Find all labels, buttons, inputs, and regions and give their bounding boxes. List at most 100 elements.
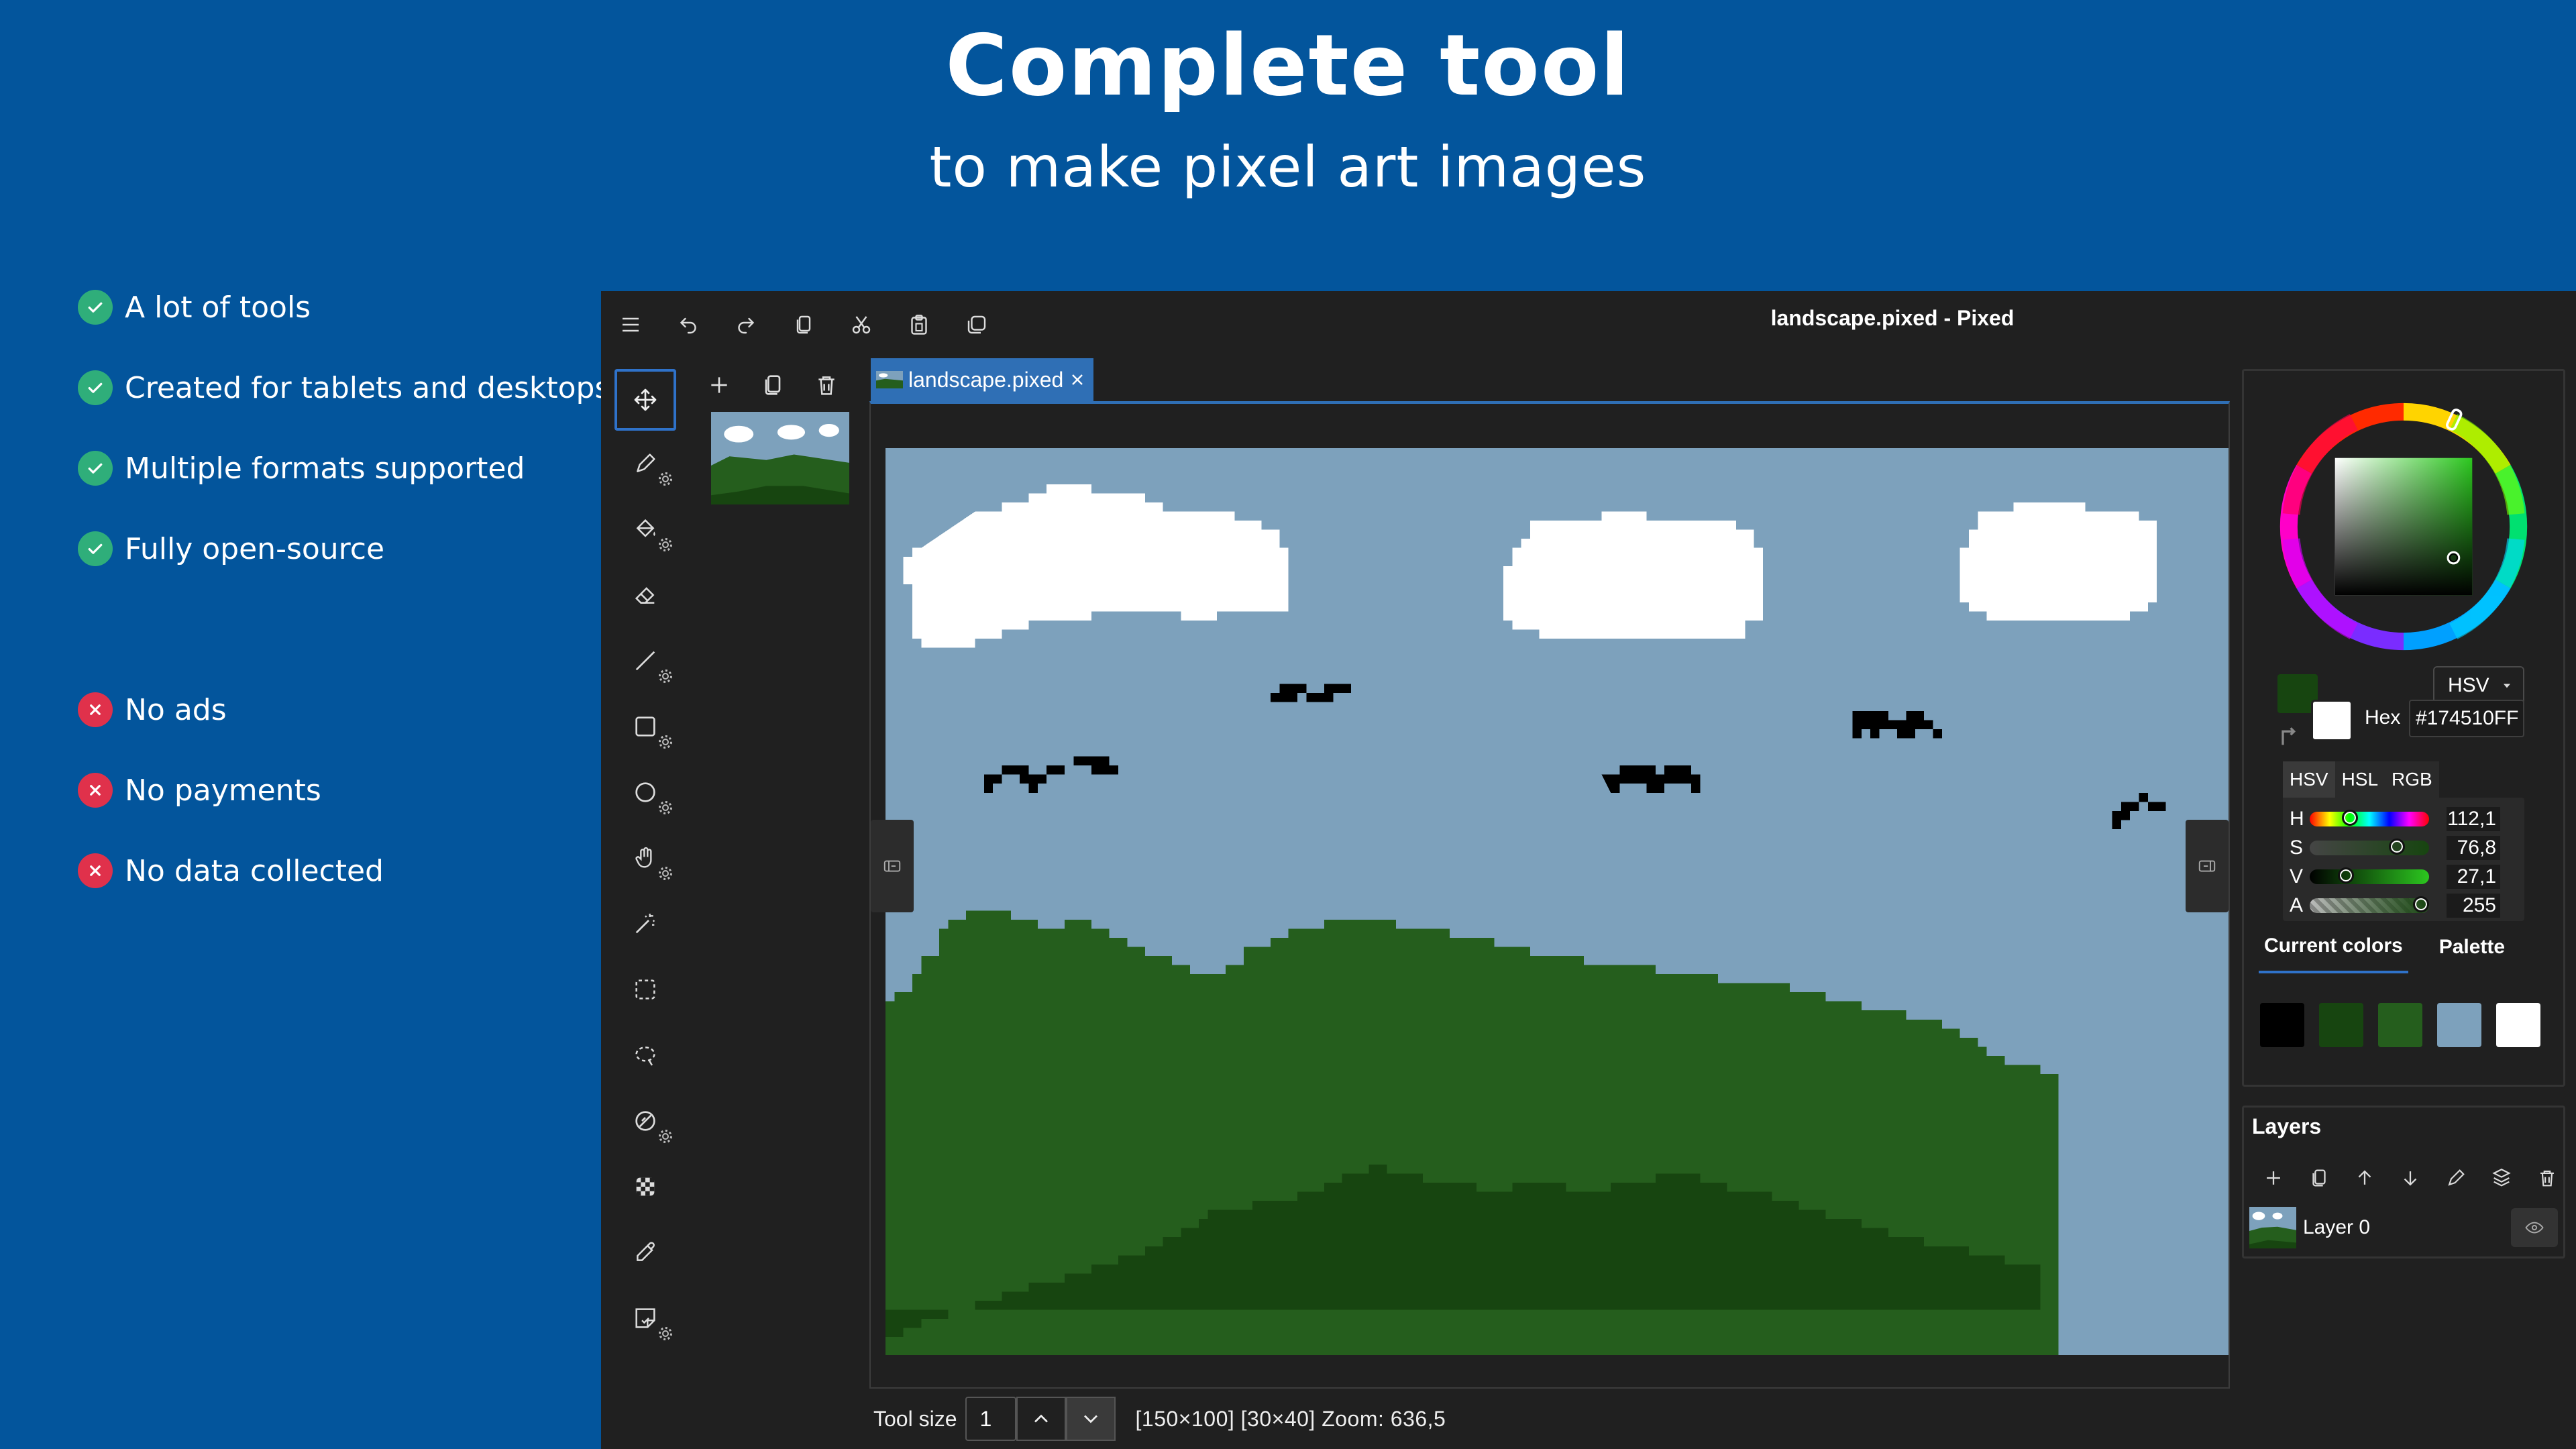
tool-fill[interactable] <box>613 496 678 562</box>
color-sliders: H 112,1 S 76,8 V 27,1 A 255 <box>2283 798 2524 921</box>
redo-icon <box>738 317 755 334</box>
alpha-slider[interactable] <box>2310 896 2429 913</box>
tool-size-input[interactable]: 1 <box>965 1397 1016 1441</box>
gear-icon[interactable] <box>657 537 674 553</box>
layers-toolbar <box>2251 1160 2570 1196</box>
hex-input[interactable]: #174510FF <box>2409 700 2524 737</box>
tool-rect-select[interactable] <box>613 957 678 1022</box>
document-tab[interactable]: landscape.pixed <box>871 358 1093 401</box>
canvas-info: [150×100] [30×40] Zoom: 636,5 <box>1135 1406 1446 1431</box>
secondary-color-swatch[interactable] <box>2311 700 2353 741</box>
duplicate-button[interactable] <box>959 307 994 342</box>
move-layer-up-button[interactable] <box>2342 1160 2387 1196</box>
trash-icon[interactable] <box>813 372 840 398</box>
layers-title: Layers <box>2252 1114 2322 1138</box>
copy-icon[interactable] <box>759 372 786 398</box>
cut-button[interactable] <box>844 307 879 342</box>
sticky-note-icon <box>635 1308 655 1328</box>
tool-move[interactable] <box>614 369 676 431</box>
slider-label: A <box>2290 894 2304 916</box>
move-layer-down-button[interactable] <box>2387 1160 2433 1196</box>
collapse-left-panel-button[interactable] <box>871 820 914 912</box>
tab-hsv[interactable]: HSV <box>2283 761 2335 798</box>
tab-label: landscape.pixed <box>908 367 1064 392</box>
delete-layer-button[interactable] <box>2524 1160 2570 1196</box>
fill-bucket-icon <box>636 519 655 537</box>
tool-size-decrease-button[interactable] <box>1065 1397 1116 1441</box>
tool-magic-wand[interactable] <box>613 891 678 957</box>
feature-label: No payments <box>125 773 321 808</box>
slider-row-s: S 76,8 <box>2290 835 2521 861</box>
tab-rgb[interactable]: RGB <box>2385 761 2439 798</box>
slider-knob[interactable] <box>2389 839 2406 855</box>
slider-knob[interactable] <box>2337 867 2354 883</box>
merge-layer-button[interactable] <box>2479 1160 2524 1196</box>
color-swatch[interactable] <box>2496 1003 2540 1047</box>
tab-hsl[interactable]: HSL <box>2334 761 2385 798</box>
slider-knob[interactable] <box>2413 896 2429 912</box>
tool-lasso-select[interactable] <box>613 1022 678 1088</box>
gear-icon[interactable] <box>657 668 674 684</box>
collapse-right-panel-button[interactable] <box>2186 820 2229 912</box>
tool-rectangle[interactable] <box>613 694 678 759</box>
tool-size-increase-button[interactable] <box>1016 1397 1066 1441</box>
slider-label: H <box>2290 808 2304 830</box>
color-swatch[interactable] <box>2319 1003 2363 1047</box>
close-icon[interactable] <box>1068 370 1087 389</box>
panel-left-icon <box>883 860 901 872</box>
tool-eyedropper[interactable] <box>613 1220 678 1285</box>
color-swatch[interactable] <box>2378 1003 2422 1047</box>
tool-line[interactable] <box>613 628 678 694</box>
tool-ellipse[interactable] <box>613 759 678 825</box>
tool-disable[interactable] <box>613 1088 678 1154</box>
saturation-slider[interactable] <box>2310 839 2429 855</box>
add-icon[interactable] <box>706 372 733 398</box>
layer-item[interactable]: Layer 0 <box>2249 1204 2558 1251</box>
color-swatch[interactable] <box>2260 1003 2304 1047</box>
copy-button[interactable] <box>786 307 821 342</box>
check-icon <box>78 531 113 566</box>
arrow-up-icon <box>2358 1170 2371 1185</box>
toggle-layer-visibility-button[interactable] <box>2511 1208 2558 1247</box>
slider-knob[interactable] <box>2341 810 2358 826</box>
value-slider[interactable] <box>2310 867 2429 884</box>
color-wheel[interactable] <box>2279 402 2528 651</box>
gear-icon[interactable] <box>657 1128 674 1144</box>
tool-hand[interactable] <box>613 825 678 891</box>
slider-value[interactable]: 27,1 <box>2447 865 2500 889</box>
paste-button[interactable] <box>902 307 936 342</box>
gear-icon[interactable] <box>657 800 674 816</box>
tool-pencil[interactable] <box>613 431 678 496</box>
gear-icon[interactable] <box>657 865 674 881</box>
tool-eraser[interactable] <box>613 562 678 628</box>
slider-value[interactable]: 255 <box>2447 894 2500 918</box>
check-icon <box>78 290 113 325</box>
redo-button[interactable] <box>729 307 763 342</box>
color-swatch[interactable] <box>2437 1003 2481 1047</box>
gear-icon[interactable] <box>657 471 674 487</box>
tab-current-colors[interactable]: Current colors <box>2259 921 2408 973</box>
frame-thumbnail[interactable] <box>711 412 849 504</box>
tab-palette[interactable]: Palette <box>2434 921 2510 973</box>
rectangle-icon <box>635 716 655 737</box>
undo-button[interactable] <box>671 307 706 342</box>
gear-icon[interactable] <box>657 734 674 750</box>
add-layer-button[interactable] <box>2251 1160 2296 1196</box>
menu-button[interactable] <box>613 307 648 342</box>
tool-checker[interactable] <box>613 1154 678 1220</box>
canvas-viewport[interactable] <box>869 401 2230 1389</box>
feature-label: No data collected <box>125 853 384 888</box>
hue-slider[interactable] <box>2310 810 2429 826</box>
duplicate-icon <box>967 315 986 334</box>
gear-icon[interactable] <box>657 1326 674 1342</box>
arrow-down-icon <box>2404 1171 2417 1186</box>
menu-icon <box>623 317 639 332</box>
duplicate-layer-button[interactable] <box>2296 1160 2342 1196</box>
slider-value[interactable]: 76,8 <box>2447 836 2500 860</box>
slider-row-a: A 255 <box>2290 892 2521 919</box>
rename-layer-button[interactable] <box>2433 1160 2479 1196</box>
pixel-canvas[interactable] <box>885 448 2229 1355</box>
slider-value[interactable]: 112,1 <box>2447 807 2500 831</box>
swap-colors-icon[interactable] <box>2276 722 2303 749</box>
tool-sticky-note[interactable] <box>613 1285 678 1351</box>
